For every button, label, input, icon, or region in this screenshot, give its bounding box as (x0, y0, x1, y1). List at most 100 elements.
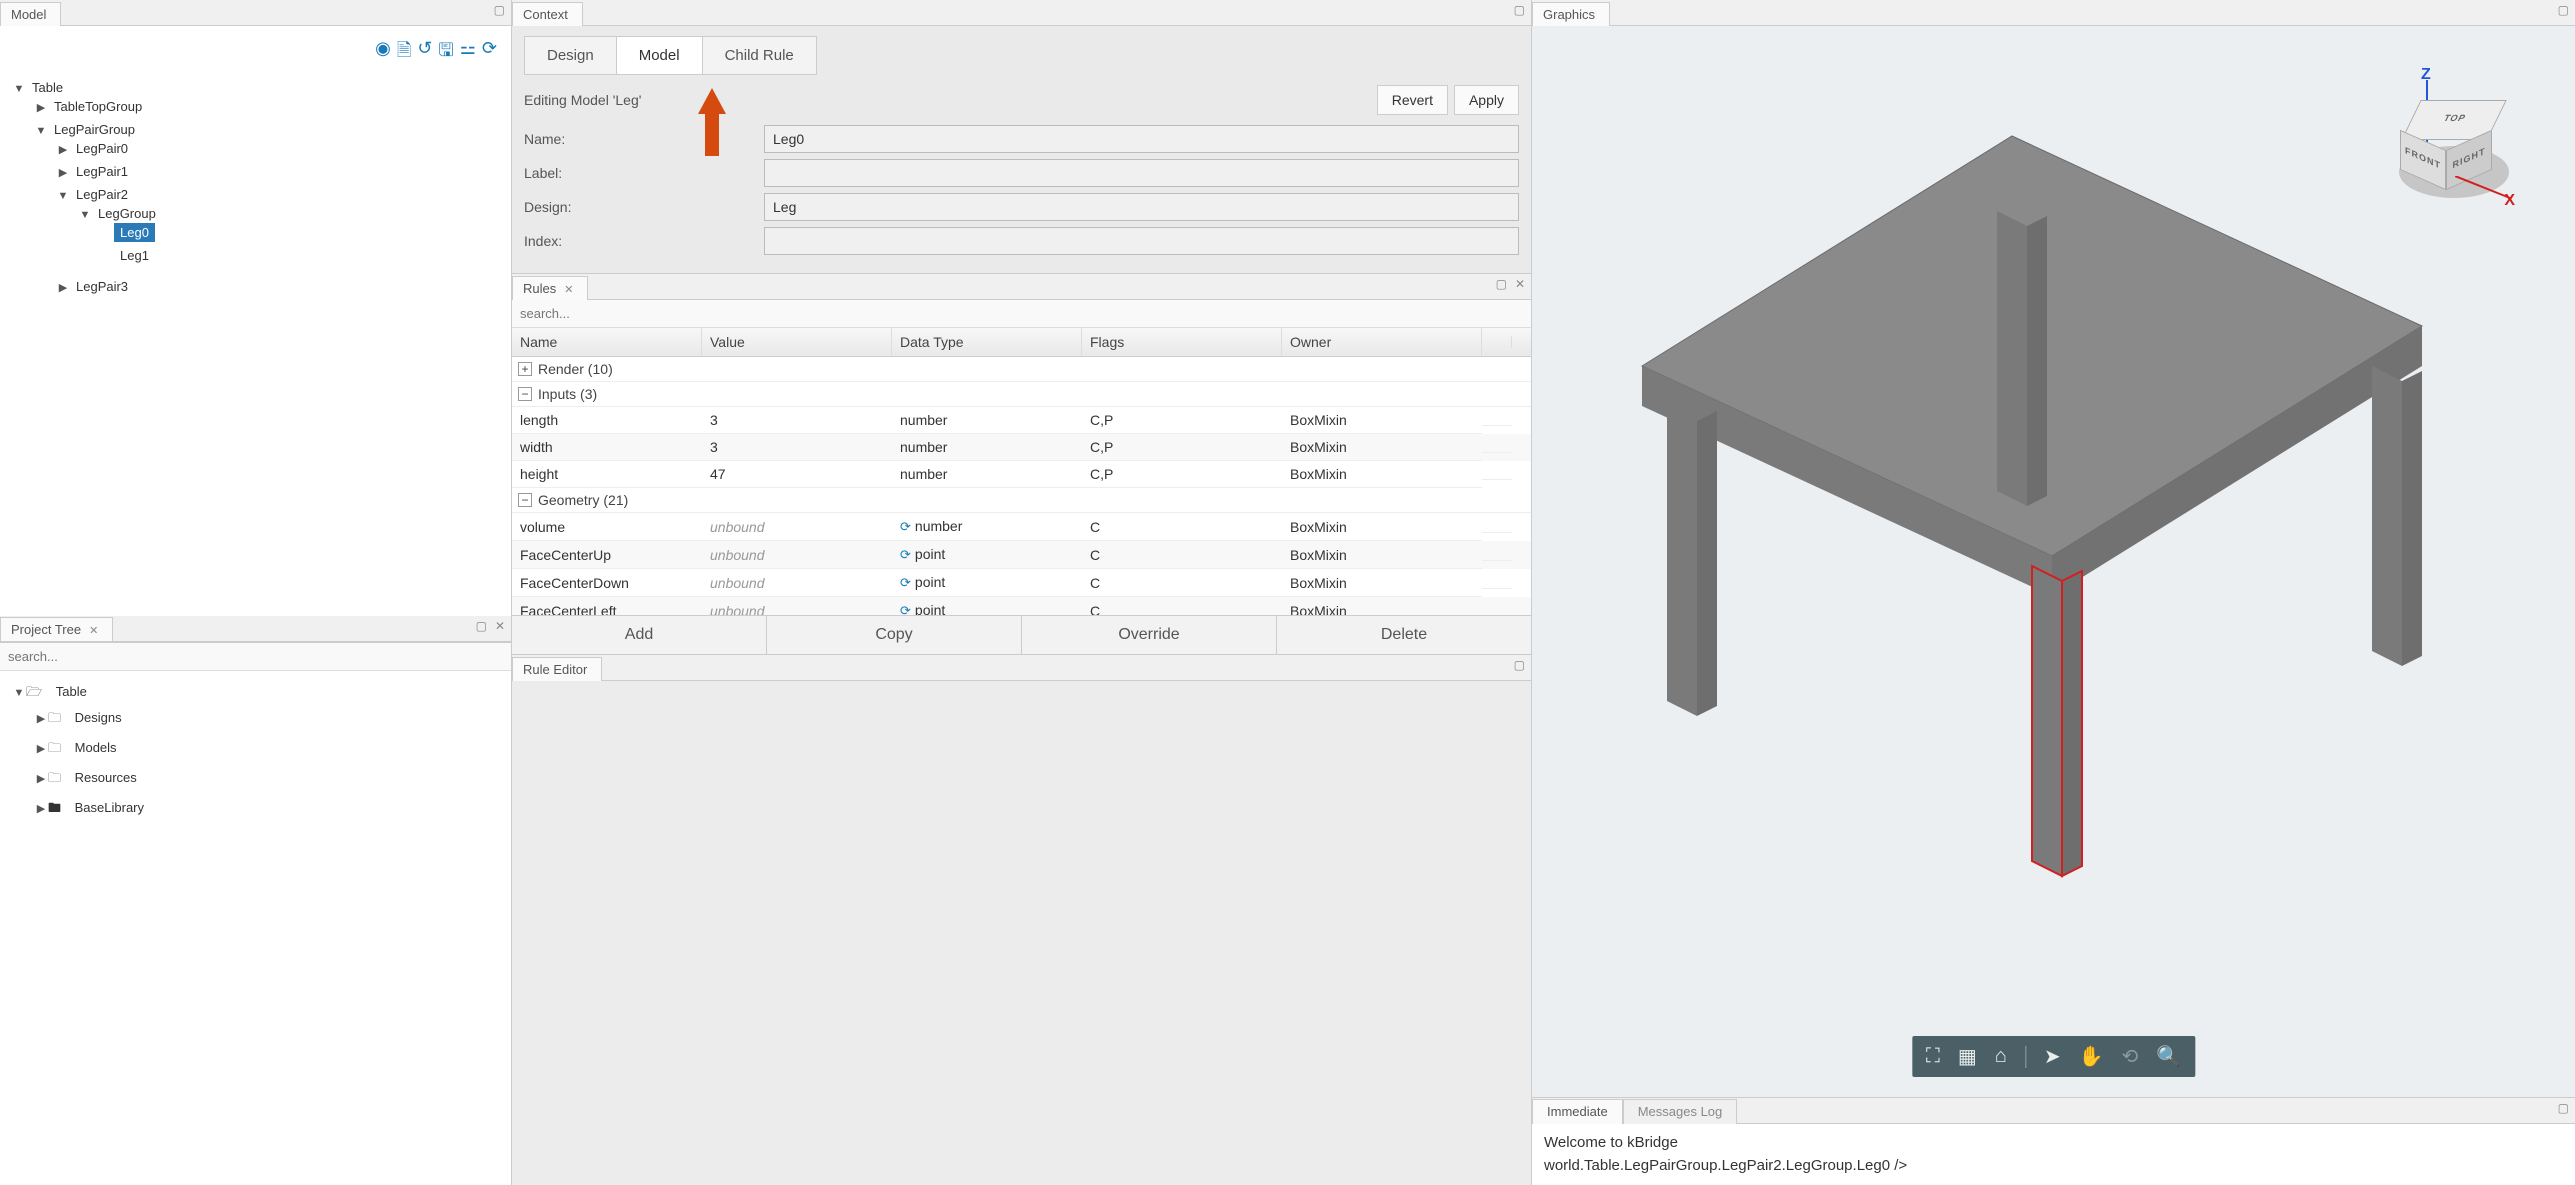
tree-caret[interactable]: ▼ (56, 190, 70, 202)
pointer-icon[interactable]: ➤ (2044, 1044, 2061, 1069)
panel-maximize-icon[interactable]: ▢ (476, 619, 487, 633)
label-input[interactable] (764, 159, 1519, 187)
tree-caret[interactable]: ▼ (78, 209, 92, 221)
design-input[interactable] (764, 193, 1519, 221)
tree-node[interactable]: LegPair3 (70, 277, 134, 296)
project-folder[interactable]: Resources (69, 768, 143, 787)
panel-maximize-icon[interactable]: ▢ (494, 3, 505, 17)
table-row[interactable]: height47numberC,PBoxMixin (512, 461, 1531, 488)
expand-icon[interactable]: + (518, 362, 532, 376)
tab-design[interactable]: Design (524, 36, 617, 75)
viewcube[interactable]: Z TOP FRONT RIGHT X (2375, 66, 2515, 216)
panel-maximize-icon[interactable]: ▢ (1514, 658, 1525, 672)
panel-maximize-icon[interactable]: ▢ (2558, 3, 2569, 17)
graphics-tab[interactable]: Graphics (1532, 2, 1610, 26)
tree-node-leg1[interactable]: Leg1 (114, 246, 155, 265)
refresh-icon[interactable]: ⟳ (482, 38, 497, 68)
user-icon[interactable]: ◉ (375, 38, 391, 68)
panel-maximize-icon[interactable]: ▢ (1514, 3, 1525, 17)
context-tab[interactable]: Context (512, 2, 583, 26)
tree-caret[interactable]: ▶ (34, 742, 48, 755)
tree-caret[interactable]: ▼ (34, 125, 48, 137)
tree-caret[interactable]: ▶ (34, 802, 48, 815)
col-datatype[interactable]: Data Type (892, 328, 1082, 356)
project-tree-tab[interactable]: Project Tree✕ (0, 617, 113, 641)
tree-caret[interactable]: ▶ (56, 166, 70, 179)
tree-caret[interactable]: ▶ (56, 143, 70, 156)
rules-search-input[interactable] (512, 300, 1531, 327)
tree-node[interactable]: TableTopGroup (48, 97, 148, 116)
project-search-input[interactable] (0, 643, 511, 670)
graphics-viewport[interactable]: Z TOP FRONT RIGHT X ⛶ ▦ ⌂ ➤ ✋ ⟲ (1532, 26, 2575, 1097)
hierarchy-icon[interactable]: ⚍ (460, 38, 476, 68)
tree-caret[interactable]: ▶ (34, 101, 48, 114)
orbit-icon[interactable]: ⟲ (2122, 1044, 2139, 1069)
viewcube-right[interactable]: RIGHT (2447, 143, 2491, 173)
close-icon[interactable]: ✕ (564, 284, 573, 296)
table-row[interactable]: FaceCenterLeftunbound⟳pointCBoxMixin (512, 597, 1531, 615)
table-row[interactable]: FaceCenterUpunbound⟳pointCBoxMixin (512, 541, 1531, 569)
tree-node[interactable]: LegGroup (92, 204, 162, 223)
tree-node[interactable]: LegPair0 (70, 139, 134, 158)
table-row[interactable]: length3numberC,PBoxMixin (512, 407, 1531, 434)
add-button[interactable]: Add (512, 616, 767, 654)
refresh-icon[interactable]: ⟳ (900, 519, 911, 534)
tree-node[interactable]: LegPair1 (70, 162, 134, 181)
project-folder[interactable]: Models (69, 738, 123, 757)
close-icon[interactable]: ✕ (89, 625, 98, 637)
tab-messages-log[interactable]: Messages Log (1623, 1099, 1738, 1124)
rules-group-geometry[interactable]: −Geometry (21) (512, 488, 1531, 513)
table-row[interactable]: volumeunbound⟳numberCBoxMixin (512, 513, 1531, 541)
rules-tab[interactable]: Rules✕ (512, 276, 588, 300)
tab-child-rule[interactable]: Child Rule (703, 36, 817, 75)
collapse-icon[interactable]: − (518, 387, 532, 401)
index-input[interactable] (764, 227, 1519, 255)
grid-icon[interactable]: ▦ (1958, 1044, 1977, 1069)
col-name[interactable]: Name (512, 328, 702, 356)
tab-immediate[interactable]: Immediate (1532, 1099, 1623, 1124)
revert-button[interactable]: Revert (1377, 85, 1448, 115)
col-owner[interactable]: Owner (1282, 328, 1482, 356)
project-folder[interactable]: BaseLibrary (69, 798, 150, 817)
refresh-icon[interactable]: ⟳ (900, 547, 911, 562)
tree-node-leg0[interactable]: Leg0 (114, 223, 155, 242)
tree-node[interactable]: LegPairGroup (48, 120, 141, 139)
panel-close-icon[interactable]: ✕ (1515, 277, 1525, 291)
model-tab[interactable]: Model (0, 2, 61, 26)
override-button[interactable]: Override (1022, 616, 1277, 654)
tree-caret[interactable]: ▶ (56, 281, 70, 294)
tree-caret[interactable]: ▼ (12, 687, 26, 699)
apply-button[interactable]: Apply (1454, 85, 1519, 115)
panel-maximize-icon[interactable]: ▢ (2558, 1101, 2569, 1115)
viewcube-top[interactable]: TOP (2411, 113, 2500, 123)
table-row[interactable]: FaceCenterDownunbound⟳pointCBoxMixin (512, 569, 1531, 597)
rules-group-inputs[interactable]: −Inputs (3) (512, 382, 1531, 407)
panel-maximize-icon[interactable]: ▢ (1496, 277, 1507, 291)
tree-caret[interactable]: ▼ (12, 83, 26, 95)
immediate-console[interactable]: Welcome to kBridge world.Table.LegPairGr… (1532, 1124, 2575, 1185)
document-icon[interactable]: 🗎 (397, 38, 411, 68)
refresh-icon[interactable]: ⟳ (900, 575, 911, 590)
project-root[interactable]: Table (50, 682, 93, 701)
delete-button[interactable]: Delete (1277, 616, 1531, 654)
project-folder[interactable]: Designs (69, 708, 128, 727)
tree-node[interactable]: LegPair2 (70, 185, 134, 204)
viewcube-front[interactable]: FRONT (2401, 143, 2445, 173)
rule-editor-tab[interactable]: Rule Editor (512, 657, 602, 681)
table-row[interactable]: width3numberC,PBoxMixin (512, 434, 1531, 461)
refresh-icon[interactable]: ⟳ (900, 603, 911, 615)
tab-model[interactable]: Model (617, 36, 703, 75)
name-input[interactable] (764, 125, 1519, 153)
col-value[interactable]: Value (702, 328, 892, 356)
panel-close-icon[interactable]: ✕ (495, 619, 505, 633)
collapse-icon[interactable]: − (518, 493, 532, 507)
home-icon[interactable]: ⌂ (1995, 1045, 2007, 1068)
tree-node-table[interactable]: Table (26, 78, 69, 97)
save-icon[interactable]: 🖫 (438, 38, 453, 68)
hand-icon[interactable]: ✋ (2079, 1044, 2104, 1069)
rules-group-render[interactable]: +Render (10) (512, 357, 1531, 382)
tree-caret[interactable]: ▶ (34, 712, 48, 725)
fullscreen-icon[interactable]: ⛶ (1926, 1045, 1940, 1068)
copy-button[interactable]: Copy (767, 616, 1022, 654)
history-icon[interactable]: ↺ (417, 38, 432, 68)
